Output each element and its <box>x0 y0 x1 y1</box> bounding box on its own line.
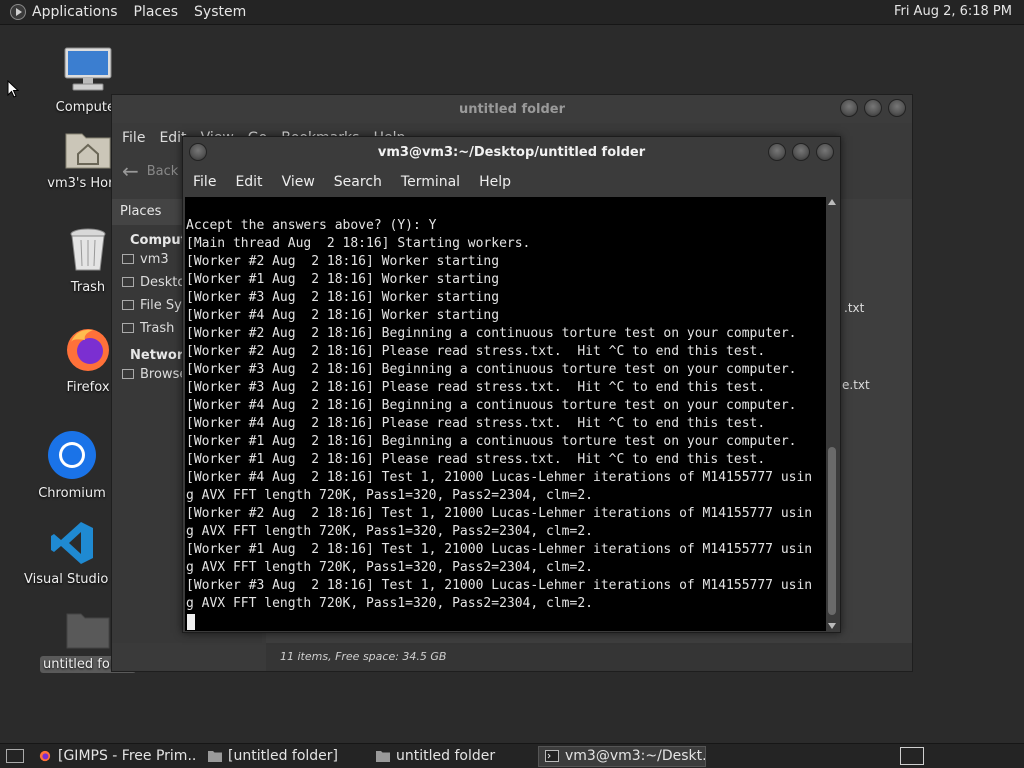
window-title: untitled folder <box>458 101 566 117</box>
terminal-titlebar[interactable]: vm3@vm3:~/Desktop/untitled folder <box>183 137 840 167</box>
firefox-icon <box>39 750 51 762</box>
trash-icon <box>70 228 106 271</box>
terminal-icon <box>545 750 559 762</box>
file-item[interactable]: e.txt <box>842 378 870 392</box>
terminal-line: [Worker #3 Aug 2 18:16] Worker starting <box>186 290 500 305</box>
vscode-icon <box>51 522 93 564</box>
terminal-cursor <box>187 614 195 630</box>
bottom-panel: [GIMPS - Free Prim... [untitled folder] … <box>0 743 1024 768</box>
system-menu[interactable]: System <box>194 4 246 20</box>
terminal-output[interactable]: Accept the answers above? (Y): Y [Main t… <box>185 197 826 631</box>
close-button[interactable] <box>816 143 834 161</box>
menu-file[interactable]: File <box>193 174 216 190</box>
terminal-line: [Worker #2 Aug 2 18:16] Worker starting <box>186 254 500 269</box>
menu-search[interactable]: Search <box>334 174 382 190</box>
status-bar: 11 items, Free space: 34.5 GB <box>266 643 912 671</box>
terminal-line: Accept the answers above? (Y): Y <box>186 218 437 233</box>
terminal-line: [Worker #3 Aug 2 18:16] Beginning a cont… <box>186 362 797 377</box>
terminal-scrollbar[interactable] <box>826 197 838 631</box>
terminal-line: [Main thread Aug 2 18:16] Starting worke… <box>186 236 531 251</box>
terminal-line: [Worker #2 Aug 2 18:16] Test 1, 21000 Lu… <box>186 506 813 521</box>
taskbar-item-firefox[interactable]: [GIMPS - Free Prim... <box>32 746 196 767</box>
scroll-up-arrow-icon[interactable] <box>828 199 836 205</box>
terminal-line: [Worker #1 Aug 2 18:16] Worker starting <box>186 272 500 287</box>
places-menu[interactable]: Places <box>134 4 179 20</box>
workspace-switcher[interactable] <box>900 747 924 765</box>
terminal-window[interactable]: vm3@vm3:~/Desktop/untitled folder File E… <box>182 136 841 633</box>
terminal-line: [Worker #4 Aug 2 18:16] Please read stre… <box>186 416 766 431</box>
taskbar-item-folder-1[interactable]: [untitled folder] <box>202 746 370 767</box>
window-title: vm3@vm3:~/Desktop/untitled folder <box>377 144 646 160</box>
folder-icon <box>376 751 390 762</box>
applications-menu[interactable]: Applications <box>32 4 118 20</box>
desktop-icon-vscode[interactable]: Visual Studio Code <box>24 520 120 587</box>
taskbar-item-label: [GIMPS - Free Prim... <box>58 748 196 764</box>
clock[interactable]: Fri Aug 2, 6:18 PM <box>894 4 1012 19</box>
menu-view[interactable]: View <box>282 174 315 190</box>
mouse-pointer-icon <box>7 80 19 98</box>
menu-help[interactable]: Help <box>479 174 511 190</box>
top-panel: Applications Places System Fri Aug 2, 6:… <box>0 0 1024 25</box>
terminal-line: [Worker #3 Aug 2 18:16] Test 1, 21000 Lu… <box>186 578 813 593</box>
folder-icon <box>66 613 110 649</box>
terminal-line: [Worker #1 Aug 2 18:16] Beginning a cont… <box>186 434 797 449</box>
menu-terminal[interactable]: Terminal <box>401 174 460 190</box>
back-button[interactable]: Back <box>147 164 179 179</box>
window-menu-button[interactable] <box>189 143 207 161</box>
desktop-icon-label: Visual Studio Code <box>24 572 120 587</box>
minimize-button[interactable] <box>840 99 858 117</box>
chromium-icon <box>48 431 96 479</box>
folder-icon <box>208 751 222 762</box>
terminal-line: [Worker #3 Aug 2 18:16] Please read stre… <box>186 380 766 395</box>
home-folder-icon <box>65 133 111 169</box>
taskbar-item-label: untitled folder <box>396 748 496 764</box>
taskbar-item-terminal[interactable]: vm3@vm3:~/Deskt... <box>538 745 706 767</box>
desktop-icon-label: Chromium <box>38 486 106 501</box>
distro-logo-icon[interactable] <box>10 4 26 20</box>
menu-file[interactable]: File <box>122 130 145 146</box>
file-item[interactable]: .txt <box>844 301 864 315</box>
close-button[interactable] <box>888 99 906 117</box>
maximize-button[interactable] <box>864 99 882 117</box>
terminal-line: [Worker #4 Aug 2 18:16] Test 1, 21000 Lu… <box>186 470 813 485</box>
terminal-line: [Worker #4 Aug 2 18:16] Beginning a cont… <box>186 398 797 413</box>
terminal-line: [Worker #4 Aug 2 18:16] Worker starting <box>186 308 500 323</box>
minimize-button[interactable] <box>768 143 786 161</box>
terminal-line: g AVX FFT length 720K, Pass1=320, Pass2=… <box>186 524 593 539</box>
terminal-line: [Worker #1 Aug 2 18:16] Please read stre… <box>186 452 766 467</box>
back-arrow-icon[interactable]: ← <box>122 159 139 183</box>
desktop-icon-chromium[interactable]: Chromium <box>24 430 120 501</box>
terminal-line: [Worker #2 Aug 2 18:16] Please read stre… <box>186 344 766 359</box>
scrollbar-thumb[interactable] <box>828 447 836 615</box>
taskbar-item-label: [untitled folder] <box>228 748 339 764</box>
maximize-button[interactable] <box>792 143 810 161</box>
scroll-down-arrow-icon[interactable] <box>828 623 836 629</box>
taskbar-item-label: vm3@vm3:~/Deskt... <box>565 748 706 764</box>
terminal-line: g AVX FFT length 720K, Pass1=320, Pass2=… <box>186 560 593 575</box>
taskbar-item-folder-2[interactable]: untitled folder <box>370 746 538 767</box>
menu-edit[interactable]: Edit <box>235 174 262 190</box>
terminal-menubar: File Edit View Search Terminal Help <box>183 167 840 197</box>
firefox-icon <box>67 329 109 371</box>
terminal-line: [Worker #2 Aug 2 18:16] Beginning a cont… <box>186 326 797 341</box>
file-manager-titlebar[interactable]: untitled folder <box>112 95 912 123</box>
terminal-line: g AVX FFT length 720K, Pass1=320, Pass2=… <box>186 596 593 611</box>
show-desktop-icon[interactable] <box>6 749 24 763</box>
terminal-line: [Worker #1 Aug 2 18:16] Test 1, 21000 Lu… <box>186 542 813 557</box>
terminal-line: g AVX FFT length 720K, Pass1=320, Pass2=… <box>186 488 593 503</box>
computer-icon <box>64 47 112 91</box>
